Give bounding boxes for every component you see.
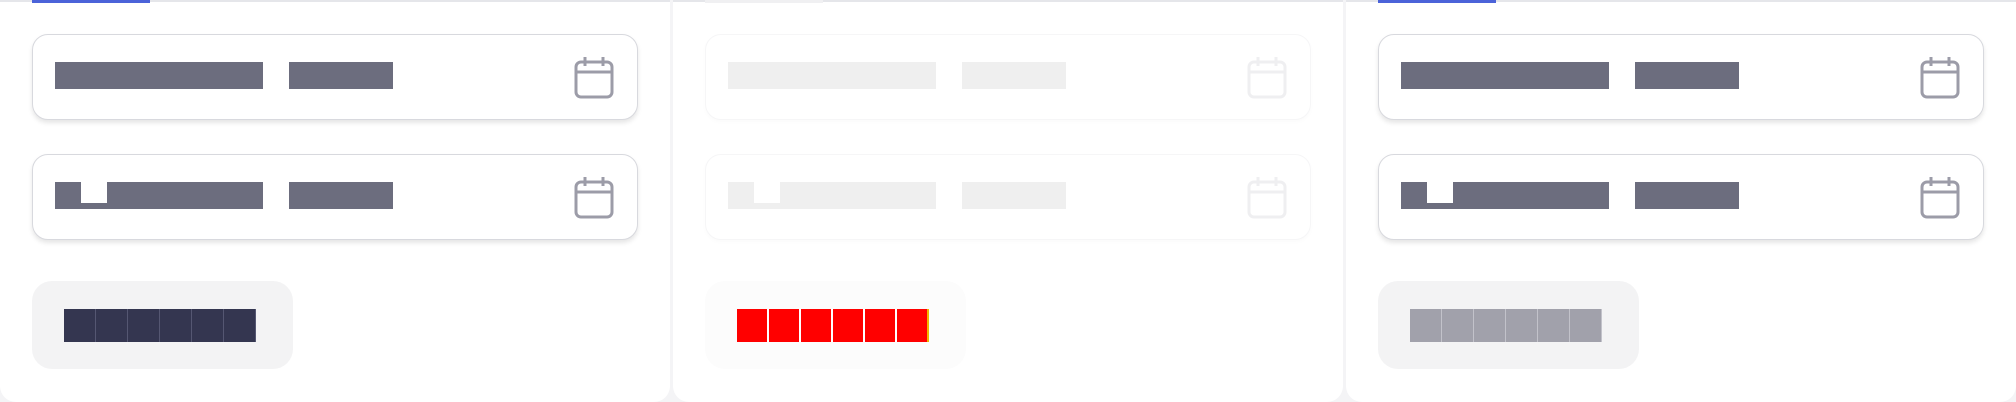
otp-cell[interactable] [1442, 309, 1474, 342]
otp-cells [64, 309, 256, 342]
date-field-start[interactable] [1378, 34, 1984, 120]
text-cursor-notch [1427, 182, 1453, 203]
calendar-icon[interactable] [1919, 55, 1961, 101]
panel-disabled [673, 0, 1343, 402]
otp-cell[interactable] [1410, 309, 1442, 342]
time-placeholder-block [962, 182, 1066, 209]
text-cursor-notch [81, 182, 107, 203]
time-placeholder-block [1635, 182, 1739, 209]
otp-input-group [705, 281, 966, 369]
otp-cell[interactable] [64, 309, 96, 342]
calendar-icon[interactable] [1919, 175, 1961, 221]
calendar-icon[interactable] [573, 175, 615, 221]
date-placeholder-block [1401, 62, 1609, 89]
otp-cell[interactable] [1506, 309, 1538, 342]
date-placeholder-block [55, 62, 263, 89]
otp-cell [737, 309, 769, 342]
otp-cell[interactable] [1474, 309, 1506, 342]
tab-active-indicator[interactable] [32, 0, 150, 3]
time-placeholder-block [1635, 62, 1739, 89]
otp-cell[interactable] [160, 309, 192, 342]
otp-cell[interactable] [96, 309, 128, 342]
calendar-icon [1246, 175, 1288, 221]
time-placeholder-block [289, 182, 393, 209]
otp-cells [1410, 309, 1602, 342]
otp-cell[interactable] [224, 309, 256, 342]
time-placeholder-block [962, 62, 1066, 89]
date-field-end [705, 154, 1311, 240]
tab-active-indicator[interactable] [1378, 0, 1496, 3]
calendar-icon [1246, 55, 1288, 101]
otp-cell[interactable] [128, 309, 160, 342]
date-field-start[interactable] [32, 34, 638, 120]
date-field-end[interactable] [1378, 154, 1984, 240]
tab-active-indicator [705, 0, 823, 3]
otp-input-group [1378, 281, 1639, 369]
date-field-start [705, 34, 1311, 120]
otp-cell [769, 309, 801, 342]
panel-light [1346, 0, 2016, 402]
otp-cell[interactable] [192, 309, 224, 342]
calendar-icon[interactable] [573, 55, 615, 101]
otp-input-group [32, 281, 293, 369]
otp-cell [833, 309, 865, 342]
otp-cell[interactable] [1570, 309, 1602, 342]
date-field-end[interactable] [32, 154, 638, 240]
otp-cell [897, 309, 929, 342]
otp-cell [801, 309, 833, 342]
otp-cells [737, 309, 929, 342]
otp-cell[interactable] [1538, 309, 1570, 342]
panel-default [0, 0, 670, 402]
otp-cell [865, 309, 897, 342]
date-placeholder-block [728, 62, 936, 89]
text-cursor-notch [754, 182, 780, 203]
time-placeholder-block [289, 62, 393, 89]
